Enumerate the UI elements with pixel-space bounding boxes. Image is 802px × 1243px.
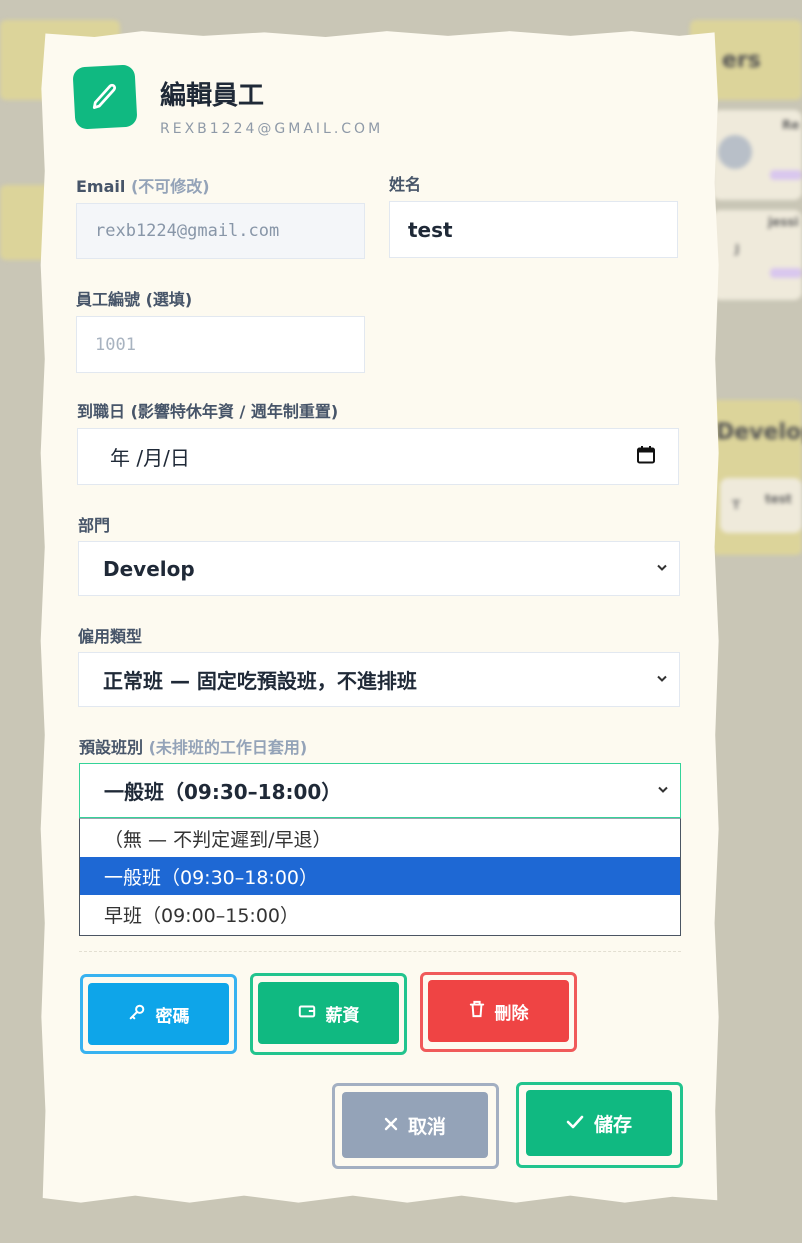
default-shift-options: （無 — 不判定遲到/早退） 一般班（09:30–18:00） 早班（09:00… bbox=[79, 818, 681, 936]
bg-user-name: Re bbox=[782, 118, 800, 132]
name-label: 姓名 bbox=[389, 175, 422, 194]
employment-type-select[interactable]: 正常班 — 固定吃預設班，不進排班 bbox=[78, 652, 680, 707]
default-shift-label-note: (未排班的工作日套用) bbox=[148, 738, 308, 757]
wallet-icon bbox=[298, 1002, 316, 1025]
hire-date-label-note: (影響特休年資 / 週年制重置) bbox=[130, 402, 339, 421]
employee-no-placeholder: 1001 bbox=[95, 334, 136, 355]
default-shift-label: 預設班別 (未排班的工作日套用) bbox=[79, 734, 307, 758]
chevron-down-icon bbox=[655, 670, 669, 689]
bg-user-name: test bbox=[765, 492, 792, 506]
employee-no-label-note: (選填) bbox=[145, 290, 193, 309]
email-label-note: (不可修改) bbox=[130, 177, 210, 196]
salary-button-label: 薪資 bbox=[325, 1005, 360, 1026]
divider bbox=[79, 951, 681, 952]
save-button[interactable]: 儲存 bbox=[526, 1090, 672, 1156]
shift-option-none[interactable]: （無 — 不判定遲到/早退） bbox=[80, 819, 680, 857]
key-icon bbox=[128, 1003, 146, 1026]
bg-avatar-letter: T bbox=[732, 498, 741, 512]
bg-dept-heading: Develop bbox=[716, 420, 802, 445]
modal-title: 編輯員工 bbox=[160, 81, 265, 111]
employee-no-label-text: 員工編號 bbox=[76, 290, 141, 309]
password-button[interactable]: 密碼 bbox=[88, 983, 229, 1045]
name-field[interactable]: test bbox=[389, 201, 678, 258]
save-button-label: 儲存 bbox=[593, 1113, 632, 1136]
trash-icon bbox=[469, 1000, 485, 1023]
avatar bbox=[718, 135, 752, 169]
bg-role-pill bbox=[770, 268, 802, 278]
calendar-icon[interactable] bbox=[636, 445, 656, 469]
bg-heading: ers bbox=[722, 48, 761, 73]
edit-employee-modal: 編輯員工 REXB1224@GMAIL.COM Email (不可修改) rex… bbox=[40, 31, 719, 1203]
delete-button-label: 刪除 bbox=[494, 1003, 529, 1024]
employee-no-label: 員工編號 (選填) bbox=[76, 286, 192, 310]
modal-subtitle: REXB1224@GMAIL.COM bbox=[160, 121, 384, 137]
shift-option-regular[interactable]: 一般班（09:30–18:00） bbox=[80, 857, 680, 895]
employment-type-label: 僱用類型 bbox=[78, 627, 143, 646]
hire-date-input[interactable]: 年 /月/日 bbox=[77, 428, 679, 485]
default-shift-select[interactable]: 一般班（09:30–18:00） bbox=[79, 763, 681, 818]
shift-option-early[interactable]: 早班（09:00–15:00） bbox=[80, 895, 680, 933]
chevron-down-icon bbox=[656, 781, 670, 800]
check-icon bbox=[566, 1112, 584, 1134]
salary-button[interactable]: 薪資 bbox=[258, 982, 399, 1044]
chevron-down-icon bbox=[655, 559, 669, 578]
hire-date-label: 到職日 (影響特休年資 / 週年制重置) bbox=[77, 398, 338, 422]
employee-no-field[interactable]: 1001 bbox=[76, 316, 365, 373]
email-value: rexb1224@gmail.com bbox=[95, 221, 280, 241]
hire-date-label-text: 到職日 bbox=[77, 402, 126, 421]
close-icon bbox=[384, 1114, 398, 1136]
bg-role-pill bbox=[770, 170, 802, 180]
employment-type-value: 正常班 — 固定吃預設班，不進排班 bbox=[103, 669, 417, 693]
bg-user-name: jessi bbox=[768, 215, 799, 229]
hire-date-value: 年 /月/日 bbox=[110, 446, 190, 470]
email-field: rexb1224@gmail.com bbox=[76, 203, 365, 259]
department-value: Develop bbox=[103, 556, 195, 581]
pencil-icon bbox=[72, 64, 138, 130]
delete-button[interactable]: 刪除 bbox=[428, 980, 569, 1042]
department-select[interactable]: Develop bbox=[78, 541, 680, 596]
department-label: 部門 bbox=[78, 516, 111, 535]
email-label: Email (不可修改) bbox=[76, 173, 210, 197]
default-shift-label-text: 預設班別 bbox=[79, 738, 144, 757]
default-shift-value: 一般班（09:30–18:00） bbox=[104, 780, 342, 804]
email-label-text: Email bbox=[76, 177, 126, 196]
name-value: test bbox=[408, 217, 453, 242]
password-button-label: 密碼 bbox=[155, 1006, 190, 1027]
cancel-button-label: 取消 bbox=[407, 1115, 446, 1138]
bg-avatar-letter: J bbox=[735, 242, 740, 256]
cancel-button[interactable]: 取消 bbox=[342, 1092, 488, 1158]
